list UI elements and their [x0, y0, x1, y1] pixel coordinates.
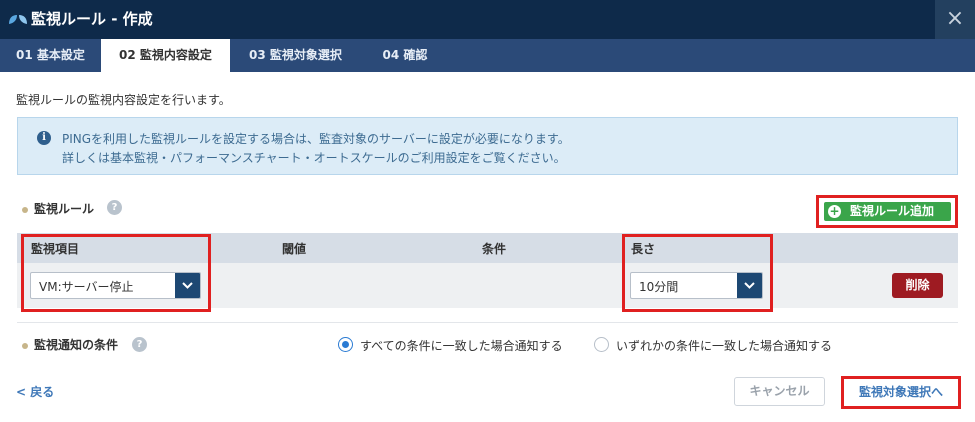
tab-basic-settings[interactable]: 01 基本設定: [0, 39, 101, 72]
window-title: 監視ルール - 作成: [31, 10, 153, 28]
info-box: i PINGを利用した監視ルールを設定する場合は、監査対象のサーバーに設定が必要…: [17, 117, 958, 175]
add-rule-button[interactable]: + 監視ルール追加: [824, 202, 951, 221]
radio-any-condition[interactable]: [594, 337, 609, 352]
title-bar: 監視ルール - 作成 ×: [0, 0, 975, 39]
bullet-dot-icon: [22, 206, 28, 213]
step-tabs: 01 基本設定 02 監視内容設定 03 監視対象選択 04 確認: [0, 39, 975, 72]
add-rule-label: 監視ルール追加: [850, 204, 935, 218]
back-link[interactable]: < 戻る: [16, 383, 54, 400]
tab-monitor-target[interactable]: 03 監視対象選択: [230, 39, 361, 72]
info-text-line1: PINGを利用した監視ルールを設定する場合は、監査対象のサーバーに設定が必要にな…: [62, 132, 570, 146]
highlight-monitor-item: [21, 234, 211, 312]
tab-monitor-content[interactable]: 02 監視内容設定: [101, 39, 230, 72]
highlight-add-rule: + 監視ルール追加: [816, 195, 958, 228]
highlight-next: 監視対象選択へ: [841, 376, 961, 409]
cancel-button[interactable]: キャンセル: [734, 377, 825, 406]
rules-label: 監視ルール: [34, 202, 95, 216]
info-text-line2: 詳しくは基本監視・パフォーマンスチャート・オートスケールのご利用設定をご覧くださ…: [62, 151, 566, 165]
divider: [17, 322, 958, 323]
radio-any-condition-label[interactable]: いずれかの条件に一致した場合通知する: [616, 337, 832, 354]
bullet-dot-icon: [22, 342, 28, 349]
radio-all-conditions[interactable]: [338, 337, 353, 352]
info-icon: i: [37, 131, 51, 145]
next-button[interactable]: 監視対象選択へ: [848, 382, 954, 403]
tab-confirm[interactable]: 04 確認: [361, 39, 449, 72]
help-icon[interactable]: ?: [132, 337, 147, 352]
notify-label: 監視通知の条件: [34, 338, 119, 352]
plus-icon: +: [828, 204, 841, 218]
cloud-logo-icon: [9, 15, 27, 24]
page-description: 監視ルールの監視内容設定を行います。: [16, 93, 231, 107]
close-icon[interactable]: ×: [935, 0, 975, 39]
column-threshold: 閾値: [282, 242, 307, 256]
help-icon[interactable]: ?: [107, 200, 122, 215]
radio-all-conditions-label[interactable]: すべての条件に一致した場合通知する: [360, 337, 563, 354]
notify-section-label: 監視通知の条件: [22, 336, 118, 353]
column-condition: 条件: [482, 242, 507, 256]
delete-button[interactable]: 削除: [892, 273, 943, 298]
rules-section-label: 監視ルール: [22, 200, 94, 217]
highlight-duration: [622, 234, 773, 312]
